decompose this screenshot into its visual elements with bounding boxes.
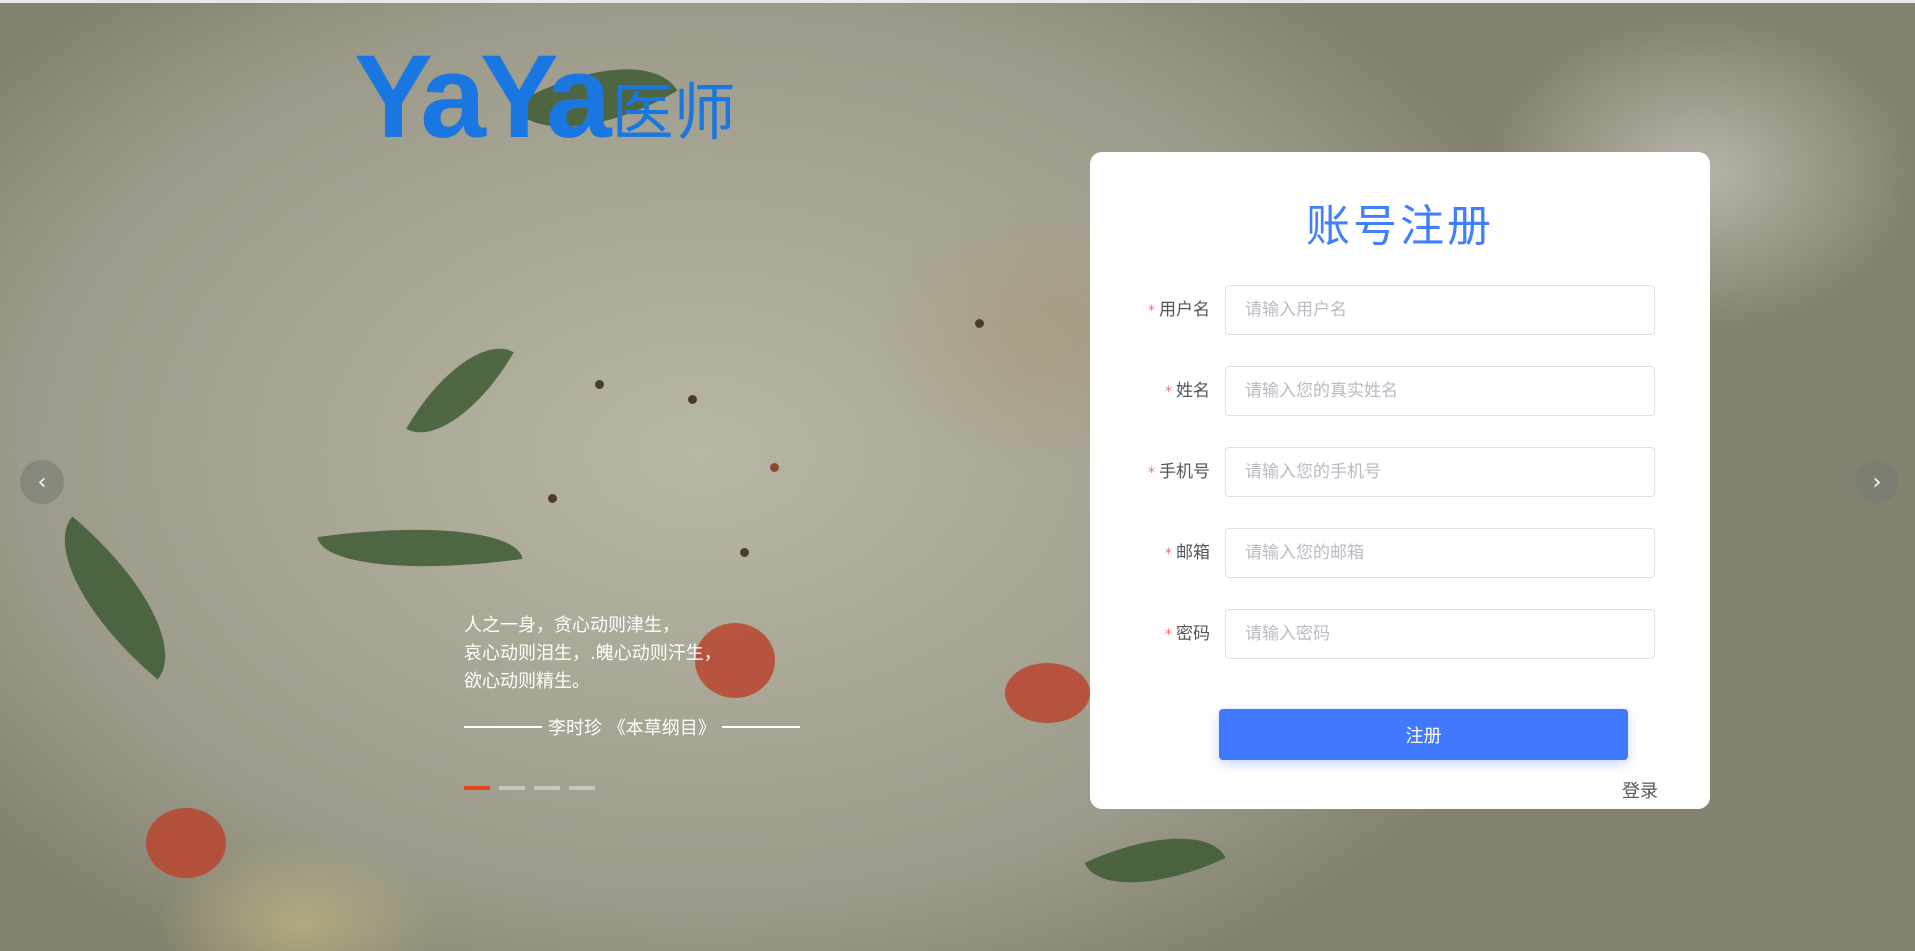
leaf-decoration [1084,808,1226,913]
password-input[interactable] [1225,609,1655,659]
divider [464,726,542,728]
phone-row: * 手机号 [1090,447,1710,497]
spice-decoration [975,319,984,328]
spice-decoration [688,395,697,404]
email-input[interactable] [1225,528,1655,578]
register-card: 账号注册 *用户名 *姓名 *手机号 *邮箱 *密码 注册 登录 [1090,152,1710,809]
leaf-decoration [317,509,523,587]
required-mark: * [1165,546,1172,562]
register-button[interactable]: 注册 [1219,709,1628,760]
carousel-indicators [464,786,595,790]
phone-label: * 手机号 [1148,447,1210,498]
spice-decoration [740,548,749,557]
spice-decoration [770,463,779,472]
required-mark: * [1148,303,1155,319]
yaya-logo: YaYa 医师 [354,31,736,163]
logo-subtitle: 医师 [611,76,736,149]
username-input[interactable] [1225,285,1655,335]
carousel-quote: 人之一身，贪心动则津生， 哀心动则泪生，.魄心动则汗生， 欲心动则精生。 [464,612,722,696]
logo-text: YaYa [354,31,612,163]
label-text: 邮箱 [1176,543,1210,563]
leaf-decoration [406,324,514,457]
required-mark: * [1148,465,1155,481]
required-mark: * [1165,384,1172,400]
label-text: 手机号 [1159,462,1210,482]
phone-input[interactable] [1225,447,1655,497]
login-link[interactable]: 登录 [1622,777,1658,803]
chevron-right-icon: › [1872,469,1882,495]
realname-input[interactable] [1225,366,1655,416]
required-mark: * [1165,627,1172,643]
petal-decoration [146,808,226,878]
quote-line: 欲心动则精生。 [464,671,590,692]
label-text: 姓名 [1176,381,1210,401]
background-carousel: YaYa 医师 人之一身，贪心动则津生， 哀心动则泪生，.魄心动则汗生， 欲心动… [0,0,1915,951]
email-row: * 邮箱 [1090,528,1710,578]
spice-decoration [595,380,604,389]
label-text: 用户名 [1159,300,1210,320]
attribution-text: 李时珍 《本草纲目》 [548,718,716,739]
carousel-indicator-4[interactable] [569,786,595,790]
carousel-prev-button[interactable]: ‹ [20,460,64,504]
password-label: * 密码 [1165,609,1210,660]
divider [721,726,800,728]
petal-decoration [1005,663,1090,723]
realname-label: * 姓名 [1165,366,1210,417]
carousel-indicator-2[interactable] [499,786,525,790]
quote-attribution: 李时珍 《本草纲目》 [464,714,800,740]
quote-line: 人之一身，贪心动则津生， [464,615,680,636]
username-row: * 用户名 [1090,285,1710,335]
leaf-decoration [27,516,203,680]
spice-decoration [548,494,557,503]
form-title: 账号注册 [1306,201,1494,252]
carousel-next-button[interactable]: › [1855,460,1899,504]
realname-row: * 姓名 [1090,366,1710,416]
label-text: 密码 [1176,624,1210,644]
email-label: * 邮箱 [1165,528,1210,579]
password-row: * 密码 [1090,609,1710,659]
username-label: * 用户名 [1148,285,1210,336]
carousel-indicator-1[interactable] [464,786,490,790]
carousel-indicator-3[interactable] [534,786,560,790]
chevron-left-icon: ‹ [37,469,47,495]
quote-line: 哀心动则泪生，.魄心动则汗生， [464,643,722,664]
